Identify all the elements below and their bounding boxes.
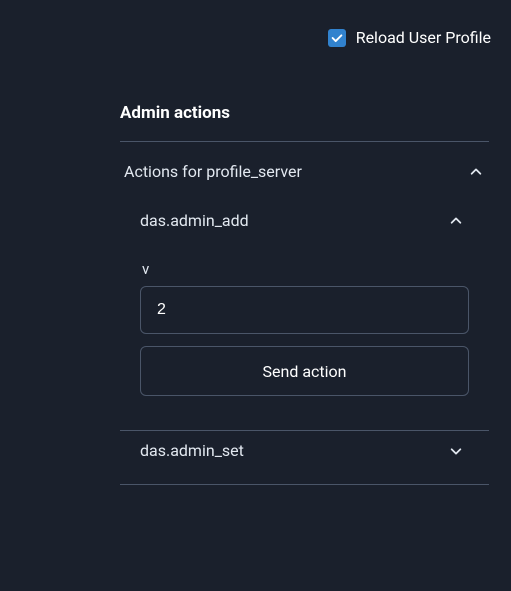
send-action-button-label: Send action: [263, 362, 347, 381]
sub-accordion-label: das.admin_set: [140, 441, 244, 460]
panel-title: Admin actions: [120, 75, 489, 141]
reload-profile-checkbox[interactable]: [328, 29, 346, 47]
check-icon: [330, 31, 344, 45]
accordion-body: das.admin_add v Send action das.admin_se…: [120, 201, 489, 484]
accordion-label: Actions for profile_server: [124, 162, 302, 181]
admin-actions-panel: Admin actions Actions for profile_server…: [0, 75, 511, 485]
sub-accordion-admin-add[interactable]: das.admin_add: [120, 201, 489, 240]
field-input-v[interactable]: [140, 286, 469, 334]
sub-accordion-admin-set[interactable]: das.admin_set: [120, 431, 489, 470]
reload-profile-label: Reload User Profile: [356, 28, 491, 47]
accordion-profile-server[interactable]: Actions for profile_server: [120, 142, 489, 201]
send-action-button[interactable]: Send action: [140, 346, 469, 396]
admin-add-body: v Send action: [120, 240, 489, 402]
chevron-down-icon: [449, 444, 463, 458]
reload-profile-row: Reload User Profile: [0, 0, 511, 75]
field-label-v: v: [140, 260, 469, 286]
divider: [120, 484, 489, 485]
chevron-up-icon: [449, 214, 463, 228]
chevron-up-icon: [469, 165, 483, 179]
sub-accordion-label: das.admin_add: [140, 211, 249, 230]
